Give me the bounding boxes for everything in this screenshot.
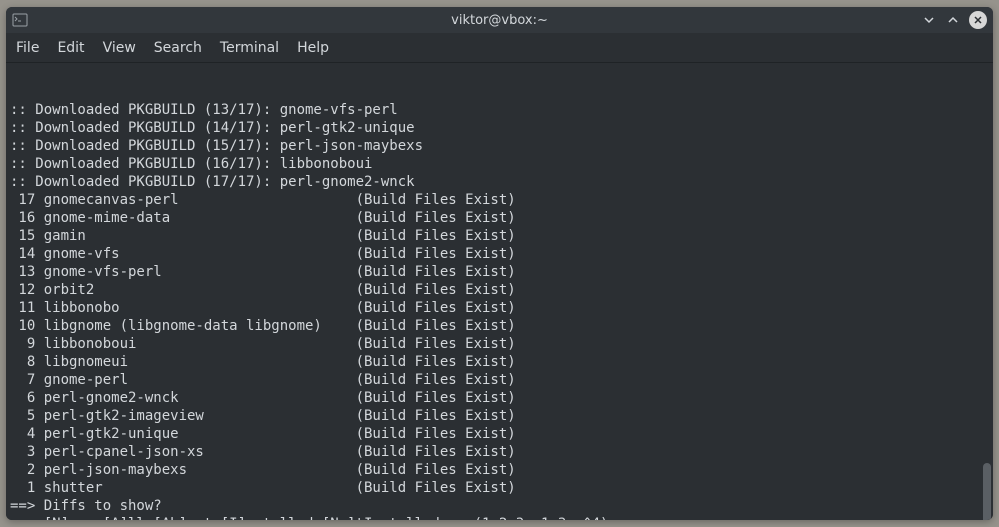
terminal-line: ==> [N]one [A]ll [Ab]ort [I]nstalled [No… — [10, 515, 989, 520]
terminal-line: :: Downloaded PKGBUILD (13/17): gnome-vf… — [10, 101, 989, 119]
menu-terminal[interactable]: Terminal — [220, 40, 279, 56]
terminal-line: 15 gamin (Build Files Exist) — [10, 227, 989, 245]
window-title: viktor@vbox:~ — [451, 13, 548, 28]
terminal-line: 6 perl-gnome2-wnck (Build Files Exist) — [10, 389, 989, 407]
terminal-line: 8 libgnomeui (Build Files Exist) — [10, 353, 989, 371]
menu-search[interactable]: Search — [154, 40, 202, 56]
close-button[interactable] — [969, 11, 987, 29]
terminal-line: 14 gnome-vfs (Build Files Exist) — [10, 245, 989, 263]
terminal-line: 4 perl-gtk2-unique (Build Files Exist) — [10, 425, 989, 443]
terminal-line: ==> Diffs to show? — [10, 497, 989, 515]
minimize-button[interactable] — [921, 12, 937, 28]
terminal-line: 12 orbit2 (Build Files Exist) — [10, 281, 989, 299]
menu-file[interactable]: File — [16, 40, 39, 56]
menu-help[interactable]: Help — [297, 40, 329, 56]
terminal-line: 3 perl-cpanel-json-xs (Build Files Exist… — [10, 443, 989, 461]
terminal-line: :: Downloaded PKGBUILD (15/17): perl-jso… — [10, 137, 989, 155]
terminal-line: 13 gnome-vfs-perl (Build Files Exist) — [10, 263, 989, 281]
terminal-line: 16 gnome-mime-data (Build Files Exist) — [10, 209, 989, 227]
terminal-line: :: Downloaded PKGBUILD (17/17): perl-gno… — [10, 173, 989, 191]
menubar: File Edit View Search Terminal Help — [6, 33, 993, 63]
terminal-line: 7 gnome-perl (Build Files Exist) — [10, 371, 989, 389]
terminal-line: 11 libbonobo (Build Files Exist) — [10, 299, 989, 317]
terminal-window: viktor@vbox:~ File Edit View Search Term… — [6, 7, 993, 520]
terminal-app-icon — [12, 12, 28, 28]
terminal-line: 10 libgnome (libgnome-data libgnome) (Bu… — [10, 317, 989, 335]
scrollbar-thumb[interactable] — [983, 463, 991, 520]
terminal-line: :: Downloaded PKGBUILD (14/17): perl-gtk… — [10, 119, 989, 137]
terminal-line: 5 perl-gtk2-imageview (Build Files Exist… — [10, 407, 989, 425]
terminal-line: 2 perl-json-maybexs (Build Files Exist) — [10, 461, 989, 479]
terminal-line: 1 shutter (Build Files Exist) — [10, 479, 989, 497]
menu-view[interactable]: View — [103, 40, 136, 56]
titlebar: viktor@vbox:~ — [6, 7, 993, 33]
terminal-line: 17 gnomecanvas-perl (Build Files Exist) — [10, 191, 989, 209]
menu-edit[interactable]: Edit — [57, 40, 84, 56]
maximize-button[interactable] — [945, 12, 961, 28]
terminal-output[interactable]: :: Downloaded PKGBUILD (13/17): gnome-vf… — [6, 63, 993, 520]
window-controls — [921, 11, 987, 29]
terminal-line: 9 libbonoboui (Build Files Exist) — [10, 335, 989, 353]
terminal-line: :: Downloaded PKGBUILD (16/17): libbonob… — [10, 155, 989, 173]
